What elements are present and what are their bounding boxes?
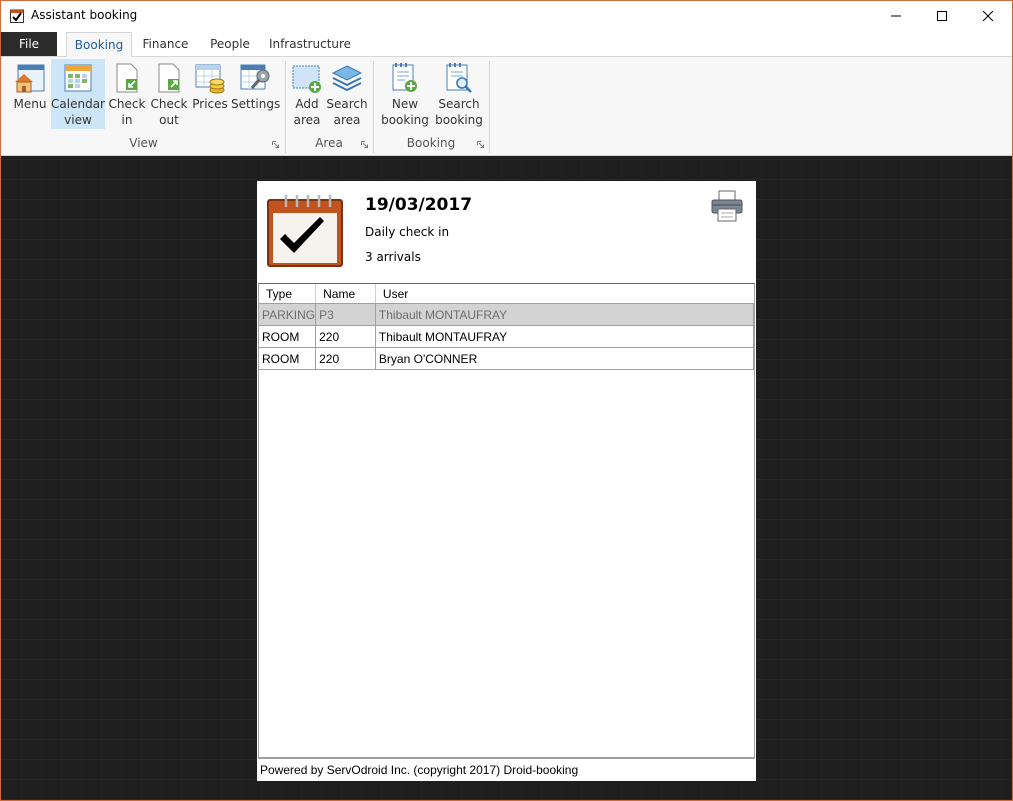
calendar-view-label-2: view: [64, 113, 92, 127]
home-menu-icon: [15, 64, 45, 93]
prices-coins-icon: [195, 64, 225, 94]
prices-label: Prices: [192, 97, 228, 111]
calendar-check-icon: [267, 195, 343, 267]
new-booking-icon: [392, 63, 417, 92]
search-booking-label-2: booking: [435, 113, 483, 127]
print-icon[interactable]: [710, 190, 744, 222]
cell-name[interactable]: P3: [315, 303, 376, 326]
title-bar[interactable]: Assistant booking: [1, 1, 1012, 31]
report-date: 19/03/2017: [365, 195, 473, 215]
maximize-button[interactable]: [919, 1, 965, 31]
area-group-launcher-icon[interactable]: [361, 141, 368, 148]
search-booking-button[interactable]: Search booking: [433, 59, 485, 129]
calendar-view-button[interactable]: Calendar view: [51, 59, 105, 129]
check-in-label-1: Check: [108, 97, 146, 111]
new-booking-label-2: booking: [381, 113, 429, 127]
arrivals-table[interactable]: Type Name User PARKING P3 Thibault MONTA…: [258, 283, 755, 758]
new-booking-button[interactable]: New booking: [379, 59, 431, 129]
check-out-label-2: out: [159, 113, 179, 127]
menu-button[interactable]: Menu: [11, 59, 49, 129]
calendar-grid-icon: [64, 64, 92, 92]
menu-button-label: Menu: [13, 97, 47, 111]
close-icon: [983, 11, 993, 21]
minimize-icon: [891, 15, 901, 17]
tab-finance[interactable]: Finance: [138, 32, 193, 56]
app-calendar-icon: [10, 9, 24, 23]
search-booking-icon: [446, 63, 472, 93]
ribbon-tab-bar: File Booking Finance People Infrastructu…: [1, 32, 1012, 58]
daily-check-in-report: 19/03/2017 Daily check in 3 arrivals Typ…: [257, 181, 756, 781]
search-area-label-1: Search: [326, 97, 368, 111]
tab-infrastructure[interactable]: Infrastructure: [265, 32, 355, 56]
search-area-label-2: area: [333, 113, 361, 127]
booking-group-launcher-icon[interactable]: [477, 141, 484, 148]
new-booking-label-1: New: [391, 97, 419, 111]
cell-name[interactable]: 220: [315, 347, 376, 370]
tab-people[interactable]: People: [204, 32, 256, 56]
document-area[interactable]: 19/03/2017 Daily check in 3 arrivals Typ…: [1, 156, 1012, 800]
check-in-button[interactable]: Check in: [107, 59, 147, 129]
window-title: Assistant booking: [31, 8, 138, 22]
add-area-label-1: Add: [295, 97, 319, 111]
table-header-row: Type Name User: [259, 284, 754, 304]
app-window: Assistant booking File Booking Finance P…: [0, 0, 1013, 801]
tab-file[interactable]: File: [1, 32, 57, 56]
report-subtitle: Daily check in: [365, 225, 450, 239]
search-booking-label-1: Search: [438, 97, 480, 111]
cell-name[interactable]: 220: [315, 325, 376, 348]
view-group-launcher-icon[interactable]: [272, 141, 279, 148]
table-row[interactable]: ROOM 220 Bryan O'CONNER: [259, 347, 755, 370]
ribbon: Menu Calendar view Check in Check out Pr…: [1, 57, 1012, 156]
check-out-button[interactable]: Check out: [149, 59, 189, 129]
close-button[interactable]: [965, 1, 1011, 31]
cell-type[interactable]: ROOM: [259, 347, 317, 370]
view-group-label: View: [129, 136, 158, 150]
column-header-user[interactable]: User: [375, 284, 754, 304]
settings-icon: [240, 64, 270, 90]
check-out-icon: [158, 63, 180, 93]
cell-user[interactable]: Thibault MONTAUFRAY: [375, 325, 755, 348]
cell-user[interactable]: Bryan O'CONNER: [375, 347, 755, 370]
check-in-label-2: in: [121, 113, 133, 127]
booking-group-label: Booking: [406, 136, 456, 150]
prices-button[interactable]: Prices: [191, 59, 229, 129]
column-header-name[interactable]: Name: [315, 284, 376, 304]
search-area-button[interactable]: Search area: [326, 59, 368, 129]
add-area-icon: [292, 65, 321, 93]
arrivals-count: 3 arrivals: [365, 250, 421, 264]
calendar-view-label-1: Calendar: [51, 97, 105, 111]
table-row[interactable]: PARKING P3 Thibault MONTAUFRAY: [259, 303, 755, 326]
cell-type[interactable]: PARKING: [259, 303, 317, 326]
tab-booking[interactable]: Booking: [66, 32, 132, 58]
cell-user[interactable]: Thibault MONTAUFRAY: [375, 303, 755, 326]
add-area-label-2: area: [293, 113, 321, 127]
check-out-label-1: Check: [150, 97, 188, 111]
maximize-icon: [937, 11, 947, 21]
search-area-layers-icon: [331, 65, 363, 92]
column-header-type[interactable]: Type: [259, 284, 317, 304]
minimize-button[interactable]: [873, 1, 919, 31]
check-in-icon: [116, 63, 138, 93]
cell-type[interactable]: ROOM: [259, 325, 317, 348]
table-row[interactable]: ROOM 220 Thibault MONTAUFRAY: [259, 325, 755, 348]
group-separator: [489, 61, 490, 153]
area-group-label: Area: [315, 136, 343, 150]
add-area-button[interactable]: Add area: [288, 59, 326, 129]
report-footer: Powered by ServOdroid Inc. (copyright 20…: [258, 758, 755, 781]
settings-label: Settings: [231, 97, 281, 111]
settings-button[interactable]: Settings: [231, 59, 281, 129]
